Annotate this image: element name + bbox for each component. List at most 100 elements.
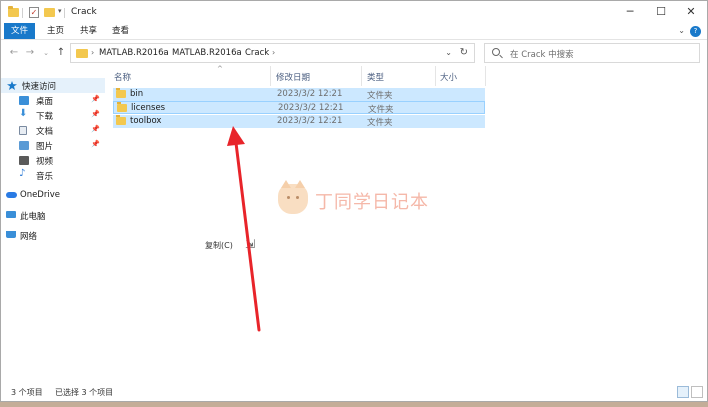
tab-share[interactable]: 共享 bbox=[80, 23, 97, 39]
folder-icon bbox=[76, 49, 88, 58]
chevron-down-icon[interactable]: ⌄ bbox=[678, 26, 685, 35]
desktop-icon bbox=[19, 96, 29, 105]
divider bbox=[22, 8, 23, 18]
sidebar-item-label: 桌面 bbox=[36, 97, 54, 107]
up-button[interactable]: ↑ bbox=[54, 45, 68, 61]
file-row[interactable]: bin 2023/3/2 12:21 文件夹 bbox=[113, 88, 485, 101]
tab-home[interactable]: 主页 bbox=[47, 23, 64, 39]
file-row[interactable]: licenses 2023/3/2 12:21 文件夹 bbox=[113, 101, 485, 115]
sidebar-item-label: 网络 bbox=[20, 232, 38, 242]
column-header-size[interactable]: 大小 bbox=[440, 71, 457, 83]
sidebar-item-label: 下载 bbox=[36, 112, 54, 122]
sidebar-item-quick-access[interactable]: 快速访问 bbox=[1, 78, 105, 93]
sidebar-item-downloads[interactable]: ⬇ 下载 📌 bbox=[1, 108, 105, 123]
breadcrumb-separator[interactable]: › bbox=[163, 48, 166, 57]
search-input[interactable]: 在 Crack 中搜索 bbox=[484, 43, 700, 63]
folder-icon bbox=[116, 115, 126, 125]
large-icons-view-button[interactable] bbox=[691, 386, 703, 398]
document-icon bbox=[19, 126, 27, 135]
pin-icon: 📌 bbox=[91, 125, 100, 133]
column-header-name[interactable]: 名称 bbox=[114, 71, 131, 83]
details-view-button[interactable] bbox=[677, 386, 689, 398]
computer-icon bbox=[6, 211, 16, 218]
tab-view[interactable]: 查看 bbox=[112, 23, 129, 39]
column-headers: ^ 名称 修改日期 类型 大小 bbox=[105, 65, 707, 86]
navigation-bar: ← → ⌄ ↑ › MATLAB.R2016a › MATLAB.R2016a … bbox=[1, 40, 707, 66]
search-placeholder: 在 Crack 中搜索 bbox=[510, 50, 574, 60]
file-row[interactable]: toolbox 2023/3/2 12:21 文件夹 bbox=[113, 115, 485, 128]
breadcrumb-separator[interactable]: › bbox=[236, 48, 239, 57]
sidebar-item-music[interactable]: ♪ 音乐 bbox=[1, 168, 105, 183]
recent-locations-button[interactable]: ⌄ bbox=[39, 45, 53, 61]
watermark-text: 丁同学日记本 bbox=[315, 192, 429, 213]
sidebar-item-pictures[interactable]: 图片 📌 bbox=[1, 138, 105, 153]
window-title: Crack bbox=[71, 7, 97, 17]
title-bar: ✓ ▾ Crack ─ ☐ ✕ bbox=[1, 1, 707, 23]
pin-icon: 📌 bbox=[91, 110, 100, 118]
copy-hint: 复制(C) bbox=[205, 241, 233, 250]
column-divider[interactable] bbox=[485, 66, 486, 86]
sidebar-item-label: OneDrive bbox=[20, 190, 60, 200]
tab-file[interactable]: 文件 bbox=[4, 23, 35, 39]
back-button[interactable]: ← bbox=[7, 45, 21, 61]
sidebar-item-label: 文档 bbox=[36, 127, 54, 137]
folder-icon bbox=[117, 102, 127, 112]
sidebar-item-videos[interactable]: 视频 bbox=[1, 153, 105, 168]
pin-icon: 📌 bbox=[91, 95, 100, 103]
sort-up-icon: ^ bbox=[217, 65, 223, 73]
sidebar-item-onedrive[interactable]: OneDrive bbox=[1, 188, 105, 203]
properties-icon[interactable]: ✓ bbox=[29, 7, 39, 18]
column-header-type[interactable]: 类型 bbox=[367, 71, 384, 83]
onedrive-icon bbox=[6, 192, 17, 198]
column-divider[interactable] bbox=[435, 66, 436, 86]
watermark: 丁同学日记本 bbox=[278, 180, 438, 218]
column-divider[interactable] bbox=[361, 66, 362, 86]
search-icon bbox=[492, 48, 500, 56]
refresh-icon[interactable]: ↻ bbox=[460, 47, 468, 58]
sidebar-item-this-pc[interactable]: 此电脑 bbox=[1, 208, 105, 223]
new-folder-icon[interactable] bbox=[44, 8, 55, 17]
breadcrumb-item[interactable]: Crack bbox=[245, 48, 269, 58]
cursor-icon: ⇲ bbox=[245, 237, 256, 251]
close-button[interactable]: ✕ bbox=[676, 4, 706, 20]
breadcrumb-separator[interactable]: › bbox=[272, 48, 275, 57]
sidebar-item-label: 此电脑 bbox=[20, 212, 46, 222]
sidebar-item-documents[interactable]: 文档 📌 bbox=[1, 123, 105, 138]
column-divider[interactable] bbox=[270, 66, 271, 86]
breadcrumb-item[interactable]: MATLAB.R2016a bbox=[172, 48, 242, 58]
item-count: 3 个项目 bbox=[11, 388, 43, 397]
navigation-pane: 快速访问 桌面 📌 ⬇ 下载 📌 文档 📌 图片 📌 视频 ♪ 音乐 OneDr… bbox=[1, 66, 105, 381]
forward-button[interactable]: → bbox=[23, 45, 37, 61]
file-name: bin bbox=[130, 89, 144, 99]
column-header-date[interactable]: 修改日期 bbox=[276, 71, 310, 83]
breadcrumb-separator[interactable]: › bbox=[91, 48, 94, 57]
customize-toolbar-icon[interactable]: ▾ bbox=[58, 7, 62, 15]
divider bbox=[64, 8, 65, 18]
cat-logo-icon bbox=[278, 180, 308, 214]
pictures-icon bbox=[19, 141, 29, 150]
sidebar-item-network[interactable]: 网络 bbox=[1, 228, 105, 243]
file-date: 2023/3/2 12:21 bbox=[277, 89, 343, 99]
address-bar[interactable]: › MATLAB.R2016a › MATLAB.R2016a › Crack … bbox=[70, 43, 475, 63]
maximize-button[interactable]: ☐ bbox=[646, 4, 676, 20]
breadcrumb-item[interactable]: MATLAB.R2016a bbox=[99, 48, 169, 58]
ribbon-tabs: 文件 主页 共享 查看 ⌄ ? bbox=[1, 23, 707, 40]
vertical-scrollbar[interactable] bbox=[700, 86, 706, 381]
help-icon[interactable]: ? bbox=[690, 26, 701, 37]
sidebar-item-desktop[interactable]: 桌面 📌 bbox=[1, 93, 105, 108]
folder-icon bbox=[116, 88, 126, 98]
sidebar-item-label: 视频 bbox=[36, 157, 54, 167]
file-name: licenses bbox=[131, 103, 166, 113]
sidebar-item-label: 快速访问 bbox=[22, 82, 57, 92]
chevron-down-icon[interactable]: ⌄ bbox=[445, 48, 452, 57]
desktop-edge bbox=[0, 402, 708, 407]
sidebar-item-label: 图片 bbox=[36, 142, 54, 152]
file-name: toolbox bbox=[130, 116, 162, 126]
file-date: 2023/3/2 12:21 bbox=[278, 103, 344, 113]
network-icon bbox=[6, 231, 16, 238]
star-icon bbox=[7, 81, 17, 90]
pin-icon: 📌 bbox=[91, 140, 100, 148]
video-icon bbox=[19, 156, 29, 165]
download-icon: ⬇ bbox=[19, 108, 28, 119]
minimize-button[interactable]: ─ bbox=[615, 4, 645, 20]
